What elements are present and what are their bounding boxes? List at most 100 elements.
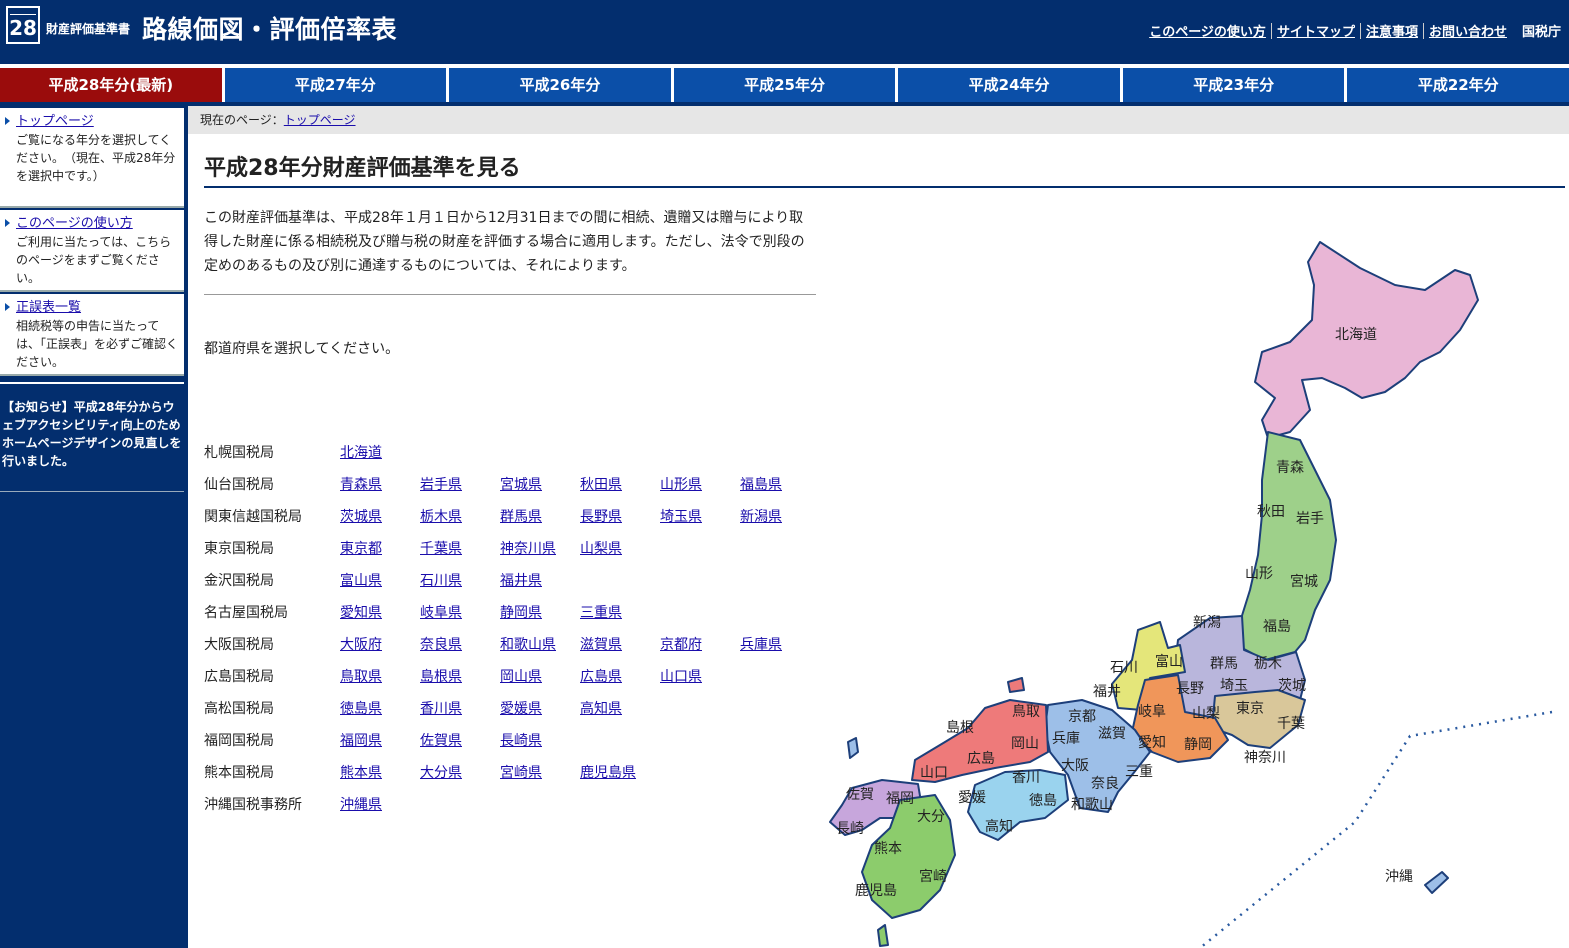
map-label[interactable]: 滋賀: [1098, 726, 1126, 742]
pref-link[interactable]: 愛媛県: [500, 701, 542, 717]
pref-link[interactable]: 三重県: [580, 605, 622, 621]
map-label[interactable]: 高知: [985, 818, 1013, 835]
map-label[interactable]: 秋田: [1257, 504, 1285, 520]
map-label[interactable]: 広島: [967, 751, 995, 767]
pref-link[interactable]: 北海道: [340, 445, 382, 461]
pref-link[interactable]: 京都府: [660, 637, 702, 653]
map-label[interactable]: 鹿児島: [855, 882, 897, 899]
pref-link[interactable]: 高知県: [580, 701, 622, 717]
map-label[interactable]: 沖縄: [1385, 869, 1413, 885]
tab-h25[interactable]: 平成25年分: [673, 68, 899, 102]
pref-link[interactable]: 徳島県: [340, 701, 382, 717]
map-label[interactable]: 千葉: [1277, 716, 1305, 732]
pref-link[interactable]: 沖縄県: [340, 797, 382, 813]
map-label[interactable]: 富山: [1155, 653, 1183, 670]
pref-link[interactable]: 香川県: [420, 701, 462, 717]
pref-link[interactable]: 長崎県: [500, 733, 542, 749]
pref-link[interactable]: 岐阜県: [420, 605, 462, 621]
pref-link[interactable]: 秋田県: [580, 477, 622, 493]
map-label[interactable]: 茨城: [1278, 678, 1306, 694]
map-label[interactable]: 熊本: [874, 841, 902, 857]
pref-link[interactable]: 福井県: [500, 573, 542, 589]
util-link-howto[interactable]: このページの使い方: [1144, 21, 1271, 40]
pref-link[interactable]: 埼玉県: [660, 509, 702, 525]
pref-link[interactable]: 栃木県: [420, 509, 462, 525]
map-label[interactable]: 福岡: [886, 791, 914, 807]
map-label[interactable]: 山梨: [1192, 706, 1220, 722]
pref-link[interactable]: 滋賀県: [580, 637, 622, 653]
map-label[interactable]: 長崎: [836, 821, 864, 837]
pref-link[interactable]: 愛知県: [340, 605, 382, 621]
pref-link[interactable]: 兵庫県: [740, 637, 782, 653]
pref-link[interactable]: 岩手県: [420, 477, 462, 493]
pref-link[interactable]: 山形県: [660, 477, 702, 493]
map-label[interactable]: 香川: [1012, 770, 1040, 786]
map-label[interactable]: 岡山: [1011, 736, 1039, 752]
tab-h22[interactable]: 平成22年分: [1347, 68, 1569, 102]
map-label[interactable]: 和歌山: [1071, 797, 1113, 813]
pref-link[interactable]: 新潟県: [740, 509, 782, 525]
pref-link[interactable]: 佐賀県: [420, 733, 462, 749]
map-label[interactable]: 福島: [1263, 619, 1291, 635]
pref-link[interactable]: 岡山県: [500, 669, 542, 685]
map-label[interactable]: 山形: [1245, 566, 1273, 582]
map-label[interactable]: 三重: [1125, 764, 1153, 780]
map-label[interactable]: 北海道: [1335, 327, 1377, 343]
util-link-notes[interactable]: 注意事項: [1361, 21, 1423, 40]
map-label[interactable]: 静岡: [1184, 737, 1212, 753]
pref-link[interactable]: 福島県: [740, 477, 782, 493]
map-region-okinawa[interactable]: [1424, 871, 1449, 894]
map-label[interactable]: 埼玉: [1220, 678, 1248, 694]
pref-link[interactable]: 千葉県: [420, 541, 462, 557]
pref-link[interactable]: 奈良県: [420, 637, 462, 653]
map-label[interactable]: 宮城: [1290, 574, 1318, 590]
pref-link[interactable]: 山梨県: [580, 541, 622, 557]
sidebar-link-howto[interactable]: このページの使い方: [16, 216, 133, 231]
pref-link[interactable]: 東京都: [340, 541, 382, 557]
map-label[interactable]: 京都: [1068, 709, 1096, 725]
map-label[interactable]: 新潟: [1193, 615, 1221, 631]
pref-link[interactable]: 熊本県: [340, 765, 382, 781]
pref-link[interactable]: 茨城県: [340, 509, 382, 525]
tab-h24[interactable]: 平成24年分: [898, 68, 1123, 102]
tab-h23[interactable]: 平成23年分: [1122, 68, 1348, 102]
pref-link[interactable]: 島根県: [420, 669, 462, 685]
pref-link[interactable]: 長野県: [580, 509, 622, 525]
tab-h28[interactable]: 平成28年分(最新): [0, 68, 225, 102]
map-label[interactable]: 青森: [1276, 460, 1304, 476]
map-label[interactable]: 兵庫: [1052, 730, 1080, 747]
map-label[interactable]: 大阪: [1061, 758, 1089, 774]
pref-link[interactable]: 鳥取県: [340, 669, 382, 685]
pref-link[interactable]: 宮崎県: [500, 765, 542, 781]
tab-h26[interactable]: 平成26年分: [449, 68, 674, 102]
map-label[interactable]: 東京: [1236, 701, 1264, 717]
pref-link[interactable]: 石川県: [420, 573, 462, 589]
map-label[interactable]: 愛知: [1138, 734, 1166, 751]
map-label[interactable]: 群馬: [1210, 656, 1238, 672]
pref-link[interactable]: 山口県: [660, 669, 702, 685]
map-label[interactable]: 奈良: [1091, 776, 1119, 792]
sidebar-link-top[interactable]: トップページ: [16, 114, 94, 129]
util-link-contact[interactable]: お問い合わせ: [1424, 21, 1512, 40]
pref-link[interactable]: 鹿児島県: [580, 765, 636, 781]
breadcrumb-link-top[interactable]: トップページ: [284, 113, 356, 127]
map-label[interactable]: 石川: [1110, 660, 1138, 676]
map-label[interactable]: 山口: [920, 765, 948, 781]
tab-h27[interactable]: 平成27年分: [224, 68, 450, 102]
pref-link[interactable]: 宮城県: [500, 477, 542, 493]
pref-link[interactable]: 群馬県: [500, 509, 542, 525]
pref-link[interactable]: 大阪府: [340, 637, 382, 653]
map-label[interactable]: 愛媛: [958, 790, 986, 806]
util-link-sitemap[interactable]: サイトマップ: [1272, 21, 1360, 40]
map-label[interactable]: 神奈川: [1244, 750, 1286, 766]
pref-link[interactable]: 福岡県: [340, 733, 382, 749]
map-label[interactable]: 島根: [946, 720, 974, 736]
pref-link[interactable]: 広島県: [580, 669, 622, 685]
pref-link[interactable]: 青森県: [340, 477, 382, 493]
pref-link[interactable]: 大分県: [420, 765, 462, 781]
map-label[interactable]: 長野: [1176, 681, 1204, 697]
map-label[interactable]: 鳥取: [1012, 704, 1040, 720]
sidebar-link-errata[interactable]: 正誤表一覧: [16, 300, 81, 315]
pref-link[interactable]: 神奈川県: [500, 541, 556, 557]
pref-link[interactable]: 富山県: [340, 573, 382, 589]
